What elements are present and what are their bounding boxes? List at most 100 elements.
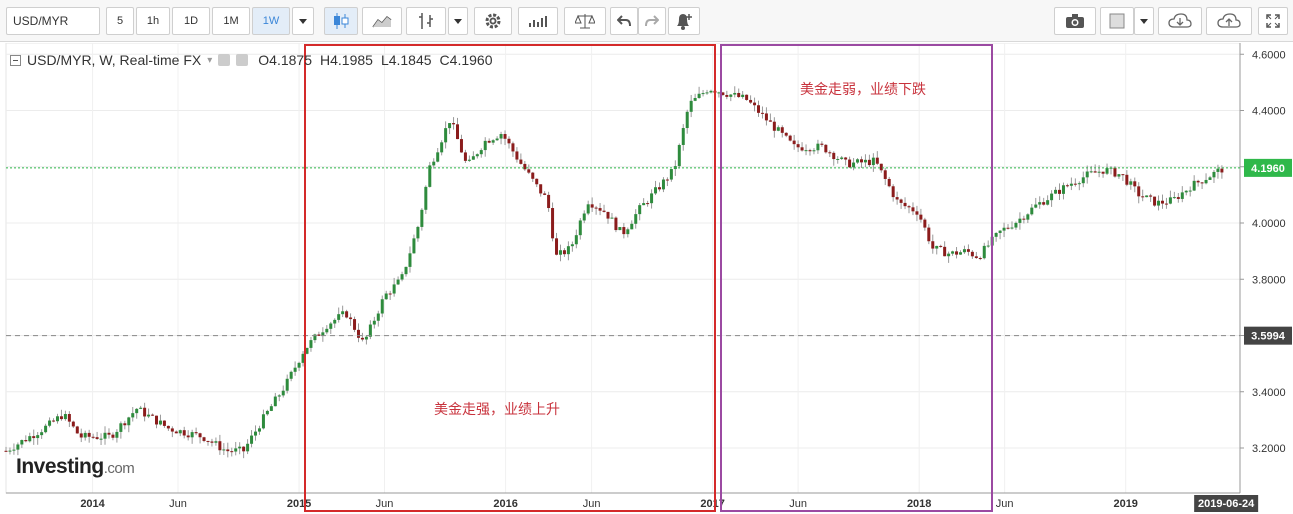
candle-body bbox=[166, 425, 170, 429]
chevron-down-icon[interactable] bbox=[448, 7, 468, 35]
candle-body bbox=[1129, 181, 1133, 185]
legend-title: USD/MYR, W, Real-time FX bbox=[27, 52, 202, 68]
x-tick-label: 2018 bbox=[907, 498, 931, 510]
y-tick-label: 3.8000 bbox=[1252, 274, 1286, 286]
candle-body bbox=[1022, 218, 1026, 220]
gear-icon[interactable] bbox=[474, 7, 512, 35]
candle-body bbox=[28, 436, 32, 442]
candle-body bbox=[388, 293, 392, 295]
candle-body bbox=[753, 102, 757, 106]
color-box-icon[interactable] bbox=[1100, 7, 1134, 35]
candle-body bbox=[867, 159, 871, 166]
settings-icon[interactable] bbox=[236, 54, 249, 66]
interval-1h-button[interactable]: 1h bbox=[136, 7, 170, 35]
candle-body bbox=[238, 446, 242, 449]
bar-volume-icon[interactable] bbox=[518, 7, 558, 35]
annotation-weak: 美金走弱，业绩下跌 bbox=[800, 81, 926, 97]
eye-icon[interactable] bbox=[218, 54, 231, 66]
symbol-input[interactable]: USD/MYR bbox=[6, 7, 100, 35]
candle-body bbox=[257, 428, 261, 432]
candle-body bbox=[444, 128, 448, 143]
candle-body bbox=[808, 150, 812, 152]
chevron-down-icon[interactable] bbox=[292, 7, 314, 35]
candle-body bbox=[16, 444, 20, 450]
candle-body bbox=[974, 256, 978, 258]
candle-body bbox=[297, 362, 301, 368]
balance-icon[interactable] bbox=[564, 7, 606, 35]
interval-5-button[interactable]: 5 bbox=[106, 7, 134, 35]
candle-body bbox=[475, 154, 479, 157]
candle-body bbox=[416, 226, 420, 239]
y-tick-label: 4.4000 bbox=[1252, 106, 1286, 118]
candle-body bbox=[1093, 171, 1097, 173]
undo-icon[interactable] bbox=[610, 7, 638, 35]
candle-body bbox=[345, 311, 349, 318]
candle-body bbox=[1018, 218, 1022, 223]
interval-1d-button[interactable]: 1D bbox=[172, 7, 210, 35]
candle-body bbox=[24, 440, 28, 442]
candle-body bbox=[1089, 171, 1093, 173]
candle-body bbox=[820, 143, 824, 145]
y-tick-label: 4.6000 bbox=[1252, 49, 1286, 61]
candle-body bbox=[741, 94, 745, 98]
candle-body bbox=[353, 319, 357, 330]
chart-area[interactable]: 3.20003.40003.60003.80004.00004.20004.40… bbox=[0, 43, 1293, 514]
candle-body bbox=[1212, 171, 1216, 178]
candle-body bbox=[630, 223, 634, 230]
candle-body bbox=[103, 432, 107, 439]
candle-body bbox=[709, 90, 713, 93]
candlestick-chart[interactable]: 3.20003.40003.60003.80004.00004.20004.40… bbox=[0, 43, 1293, 514]
candle-body bbox=[1180, 192, 1184, 199]
cloud-upload-icon[interactable] bbox=[1206, 7, 1252, 35]
collapse-icon[interactable] bbox=[10, 54, 21, 66]
current-price-label: 4.1960 bbox=[1251, 163, 1285, 175]
candle-body bbox=[958, 252, 962, 255]
chevron-down-icon[interactable] bbox=[1134, 7, 1154, 35]
candle-body bbox=[404, 266, 408, 275]
candle-body bbox=[143, 407, 147, 417]
camera-icon[interactable] bbox=[1054, 7, 1096, 35]
candle-body bbox=[828, 152, 832, 154]
candle-body bbox=[582, 213, 586, 221]
line-chart-icon[interactable] bbox=[362, 7, 402, 35]
candle-body bbox=[20, 440, 24, 445]
interval-1m-button[interactable]: 1M bbox=[212, 7, 250, 35]
x-tick-label: Jun bbox=[169, 498, 187, 510]
candle-body bbox=[535, 178, 539, 185]
interval-1w-button[interactable]: 1W bbox=[252, 7, 290, 35]
candle-body bbox=[325, 328, 329, 333]
x-tick-label: Jun bbox=[583, 498, 601, 510]
candle-body bbox=[170, 428, 174, 432]
candle-body bbox=[1184, 190, 1188, 193]
candle-body bbox=[214, 441, 218, 443]
candle-body bbox=[1145, 195, 1149, 198]
candle-body bbox=[551, 208, 555, 239]
candle-body bbox=[1160, 200, 1164, 204]
candle-body bbox=[768, 120, 772, 122]
candle-body bbox=[182, 430, 186, 436]
candle-body bbox=[618, 227, 622, 231]
cloud-download-icon[interactable] bbox=[1158, 7, 1202, 35]
candle-body bbox=[622, 227, 626, 235]
candle-body bbox=[1188, 190, 1192, 192]
candle-body bbox=[1149, 195, 1153, 197]
candle-body bbox=[986, 245, 990, 247]
chart-legend: USD/MYR, W, Real-time FX ▾ O4.1875 H4.198… bbox=[10, 52, 500, 68]
alert-bell-icon[interactable] bbox=[668, 7, 700, 35]
candle-body bbox=[99, 438, 103, 440]
candle-body bbox=[218, 441, 222, 451]
candle-body bbox=[254, 431, 258, 436]
indicator-icon[interactable] bbox=[406, 7, 446, 35]
candle-body bbox=[356, 329, 360, 338]
candle-body bbox=[1204, 179, 1208, 184]
candle-body bbox=[527, 169, 531, 173]
dropdown-arrow-icon[interactable]: ▾ bbox=[207, 55, 212, 66]
candle-body bbox=[1030, 207, 1034, 215]
candle-body bbox=[519, 159, 523, 164]
fullscreen-icon[interactable] bbox=[1258, 7, 1288, 35]
candlestick-icon[interactable] bbox=[324, 7, 358, 35]
candle-body bbox=[951, 251, 955, 254]
redo-icon[interactable] bbox=[638, 7, 666, 35]
candle-body bbox=[71, 421, 75, 427]
candle-body bbox=[483, 140, 487, 151]
